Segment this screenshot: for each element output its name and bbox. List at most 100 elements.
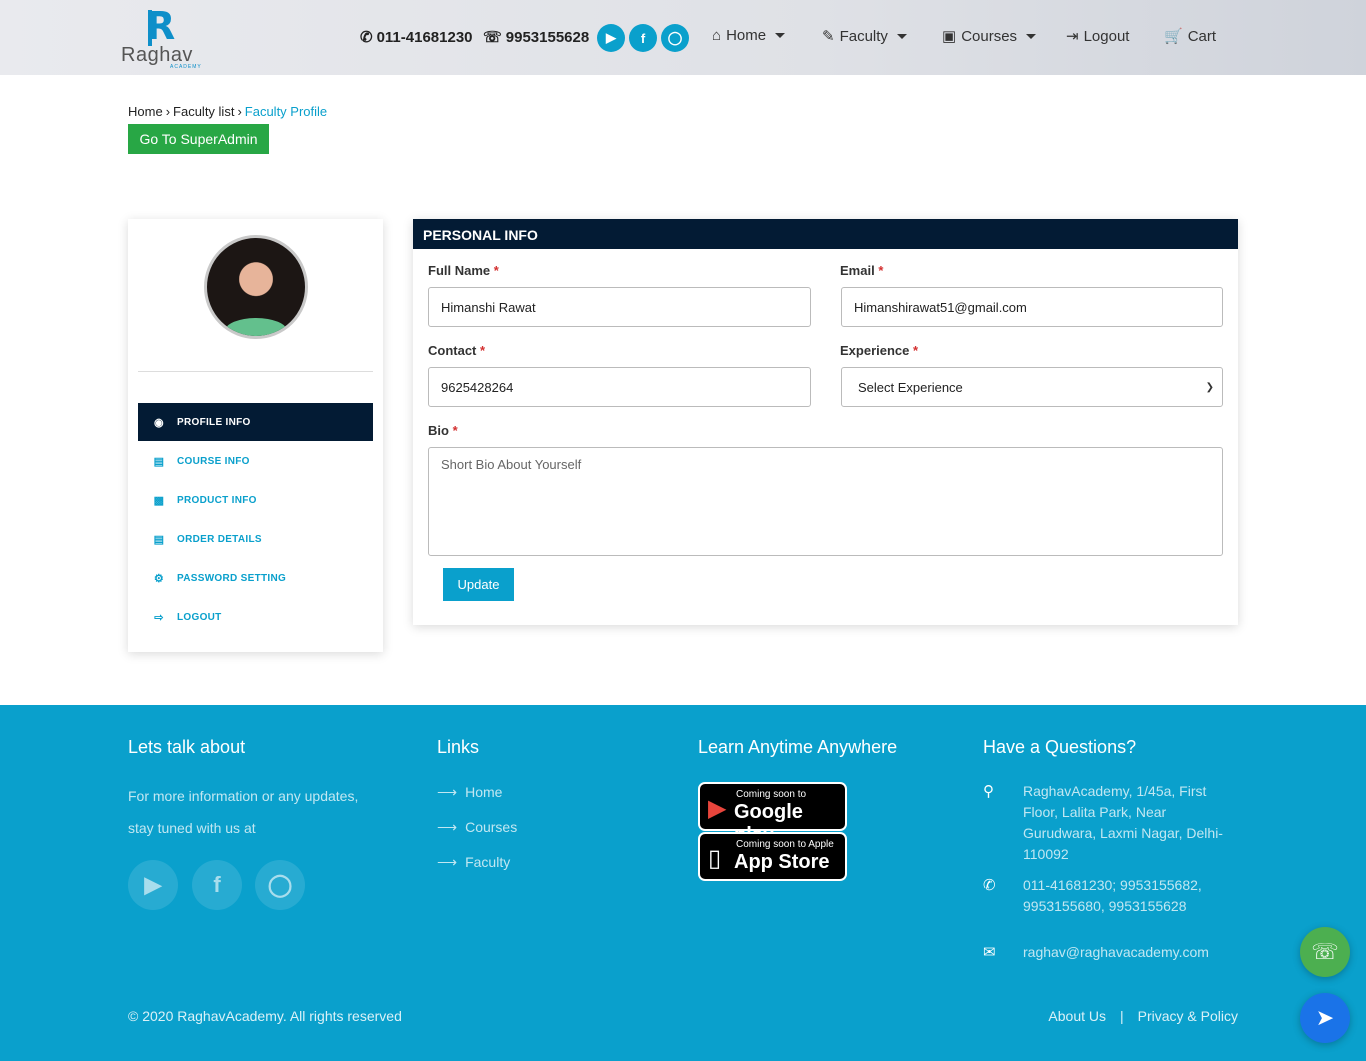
document-icon: ▤ — [153, 533, 165, 546]
required-mark: * — [452, 423, 458, 438]
experience-label: Experience * — [840, 343, 918, 358]
teacher-icon: ✎ — [822, 28, 835, 45]
sidebar-item-order-details[interactable]: ▤ ORDER DETAILS — [138, 520, 373, 558]
contact-field[interactable]: 9625428264 — [428, 367, 811, 407]
footer-link-faculty[interactable]: ⟶ Faculty — [437, 854, 510, 871]
arrow-right-icon: ⟶ — [437, 784, 458, 800]
site-logo[interactable]: R Raghav ACADEMY — [120, 6, 216, 70]
footer-phones: ✆ 011-41681230; 9953155682, 9953155680, … — [983, 875, 1238, 917]
copyright: © 2020 RaghavAcademy. All rights reserve… — [128, 1008, 402, 1024]
book-icon: ▩ — [153, 494, 165, 507]
bio-placeholder: Short Bio About Yourself — [441, 457, 582, 472]
personal-info-card: PERSONAL INFO Full Name * Himanshi Rawat… — [413, 219, 1238, 625]
footer-link-courses[interactable]: ⟶ Courses — [437, 819, 517, 836]
site-header: R Raghav ACADEMY ✆ 011-41681230 ☏ 995315… — [0, 0, 1366, 75]
contact-label-text: Contact — [428, 343, 477, 358]
sidebar-item-profile-info[interactable]: ◉ PROFILE INFO — [138, 403, 373, 441]
sidebar-item-label: COURSE INFO — [177, 455, 250, 467]
avatar-shirt — [225, 318, 287, 336]
footer-phones-text: 011-41681230; 9953155682, 9953155680, 99… — [1023, 877, 1202, 914]
facebook-icon[interactable]: f — [629, 24, 657, 52]
footer-email-text: raghav@raghavacademy.com — [1023, 944, 1209, 960]
bio-textarea[interactable]: Short Bio About Yourself — [428, 447, 1223, 556]
experience-select[interactable]: Select Experience ❯ — [841, 367, 1223, 407]
gear-icon: ⚙ — [153, 572, 165, 585]
google-play-small-text: Coming soon to — [736, 789, 807, 800]
breadcrumb-current: Faculty Profile — [244, 104, 328, 119]
personal-info-title: PERSONAL INFO — [413, 219, 1238, 249]
envelope-icon: ✉ — [983, 944, 996, 961]
header-whatsapp[interactable]: ☏ 9953155628 — [483, 28, 589, 47]
footer-facebook-icon[interactable]: f — [192, 860, 242, 910]
messenger-chat-icon[interactable]: ➤ — [1300, 993, 1350, 1043]
footer-app-title: Learn Anytime Anywhere — [698, 737, 898, 757]
sidebar-divider — [138, 371, 373, 372]
footer-address-text: RaghavAcademy, 1/45a, First Floor, Lalit… — [1023, 783, 1223, 862]
sidebar-item-product-info[interactable]: ▩ PRODUCT INFO — [138, 481, 373, 519]
breadcrumb: Home › Faculty list › Faculty Profile — [128, 104, 327, 119]
email-value: Himanshirawat51@gmail.com — [854, 300, 1027, 315]
whatsapp-icon: ☏ — [483, 29, 502, 46]
contact-label: Contact * — [428, 343, 485, 358]
youtube-icon[interactable]: ▶ — [597, 24, 625, 52]
footer-link-label: Courses — [465, 819, 518, 835]
footer-contact-title: Have a Questions? — [983, 737, 1137, 757]
document-icon: ▤ — [153, 455, 165, 468]
sidebar-item-course-info[interactable]: ▤ COURSE INFO — [138, 442, 373, 480]
nav-home[interactable]: ⌂ Home — [712, 27, 786, 44]
footer-instagram-icon[interactable]: ◯ — [255, 860, 305, 910]
google-play-badge[interactable]: ▶ Coming soon to Google play — [698, 782, 847, 846]
map-marker-icon: ⚲ — [983, 783, 994, 800]
app-store-badge[interactable]: ▯ Coming soon to Apple App Store — [698, 832, 847, 881]
breadcrumb-faculty-list[interactable]: Faculty list — [173, 104, 234, 119]
nav-cart[interactable]: 🛒 Cart — [1164, 27, 1217, 46]
sidebar-item-label: ORDER DETAILS — [177, 533, 262, 545]
footer-links-title: Links — [437, 737, 480, 757]
required-mark: * — [493, 263, 499, 278]
sign-out-icon: ⇨ — [154, 611, 164, 624]
whatsapp-chat-icon[interactable]: ☏ — [1300, 927, 1350, 977]
footer-link-home[interactable]: ⟶ Home — [437, 784, 502, 801]
phone-icon: ✆ — [360, 29, 373, 46]
nav-courses[interactable]: ▣ Courses — [942, 27, 1037, 45]
footer-link-label: Home — [465, 784, 503, 800]
phone-device-icon: ▯ — [708, 845, 722, 872]
full-name-label: Full Name * — [428, 263, 499, 278]
courses-icon: ▣ — [942, 28, 957, 45]
header-phone-number: 011-41681230 — [376, 28, 473, 46]
footer-youtube-icon[interactable]: ▶ — [128, 860, 178, 910]
breadcrumb-separator: › — [165, 104, 171, 119]
arrow-right-icon: ⟶ — [437, 819, 458, 835]
nav-faculty[interactable]: ✎ Faculty — [822, 27, 907, 45]
arrow-right-icon: ⟶ — [437, 854, 458, 870]
nav-courses-label: Courses — [961, 27, 1018, 45]
logo-mark: R — [146, 4, 176, 48]
breadcrumb-home[interactable]: Home — [128, 104, 163, 119]
full-name-field[interactable]: Himanshi Rawat — [428, 287, 811, 327]
footer-bottom-links: About Us | Privacy & Policy — [1048, 1008, 1238, 1024]
bio-label-text: Bio — [428, 423, 449, 438]
nav-cart-label: Cart — [1187, 27, 1217, 45]
sidebar-item-password-setting[interactable]: ⚙ PASSWORD SETTING — [138, 559, 373, 597]
update-button[interactable]: Update — [443, 568, 514, 601]
full-name-value: Himanshi Rawat — [441, 300, 536, 315]
go-to-superadmin-button[interactable]: Go To SuperAdmin — [128, 124, 269, 154]
about-us-link[interactable]: About Us — [1048, 1008, 1106, 1024]
chevron-down-icon — [775, 33, 786, 38]
user-circle-icon: ◉ — [154, 416, 164, 429]
privacy-policy-link[interactable]: Privacy & Policy — [1138, 1008, 1238, 1024]
sidebar-item-label: LOGOUT — [177, 611, 222, 623]
app-store-big-text: App Store — [734, 851, 830, 873]
breadcrumb-separator: › — [237, 104, 242, 119]
site-footer: Lets talk about For more information or … — [0, 705, 1366, 1061]
sidebar-item-logout[interactable]: ⇨ LOGOUT — [138, 598, 373, 636]
header-phone[interactable]: ✆ 011-41681230 — [360, 28, 473, 47]
footer-email[interactable]: ✉ raghav@raghavacademy.com — [983, 942, 1238, 963]
nav-logout[interactable]: ⇥ Logout — [1066, 27, 1129, 46]
experience-selected-value: Select Experience — [858, 379, 963, 395]
contact-value: 9625428264 — [441, 380, 514, 395]
experience-label-text: Experience — [840, 343, 910, 358]
instagram-icon[interactable]: ◯ — [661, 24, 689, 52]
email-field[interactable]: Himanshirawat51@gmail.com — [841, 287, 1223, 327]
sidebar-item-label: PROFILE INFO — [177, 416, 251, 428]
